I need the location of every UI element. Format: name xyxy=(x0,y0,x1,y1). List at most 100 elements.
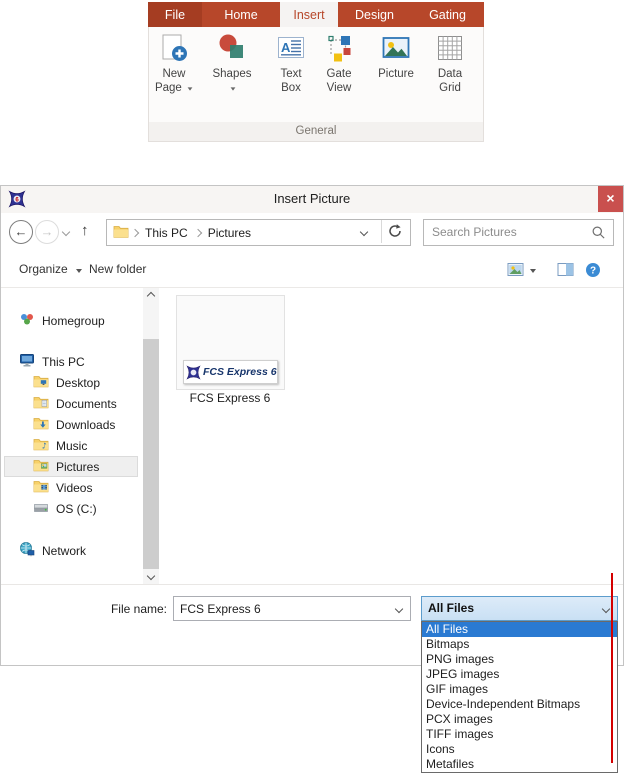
file-type-value: All Files xyxy=(428,601,474,615)
search-placeholder: Search Pictures xyxy=(432,225,517,239)
address-folder-icon xyxy=(113,224,129,241)
text-box-label-1: Text xyxy=(280,68,301,80)
new-page-icon xyxy=(149,33,199,67)
change-view-button[interactable] xyxy=(507,262,524,280)
sidebar-item-network[interactable]: Network xyxy=(19,540,86,561)
svg-text:?: ? xyxy=(590,266,596,277)
breadcrumb-separator-icon xyxy=(193,228,201,236)
text-box-label-2: Box xyxy=(281,82,301,94)
new-page-label-2: Page xyxy=(155,82,182,94)
file-name-label: File name: xyxy=(97,602,167,616)
text-box-button[interactable]: A Text Box xyxy=(266,33,316,95)
option-gif[interactable]: GIF images xyxy=(422,682,617,697)
data-grid-label-2: Grid xyxy=(439,82,461,94)
computer-icon xyxy=(19,352,35,371)
option-bitmaps[interactable]: Bitmaps xyxy=(422,637,617,652)
option-png[interactable]: PNG images xyxy=(422,652,617,667)
data-grid-button[interactable]: Data Grid xyxy=(425,33,475,95)
option-all-files[interactable]: All Files xyxy=(422,622,617,637)
option-metafiles[interactable]: Metafiles xyxy=(422,757,617,772)
homegroup-icon xyxy=(19,311,35,330)
new-page-button[interactable]: New Page xyxy=(149,33,199,95)
breadcrumb-separator-icon xyxy=(131,228,139,236)
option-tiff[interactable]: TIFF images xyxy=(422,727,617,742)
address-divider xyxy=(381,220,382,243)
data-grid-icon xyxy=(425,33,475,67)
sidebar-scrollbar[interactable] xyxy=(143,288,159,584)
file-thumbnail: FCS Express 6 xyxy=(183,360,278,384)
preview-pane-button[interactable] xyxy=(557,262,574,280)
folder-videos-icon xyxy=(33,478,49,497)
tab-gating[interactable]: Gating xyxy=(411,2,484,27)
fcs-logo-icon xyxy=(186,365,201,380)
ribbon-tab-strip: File Home Insert Design Gating xyxy=(148,2,484,27)
forward-button[interactable]: → xyxy=(35,220,59,244)
picture-button[interactable]: Picture xyxy=(369,33,423,81)
dialog-title: Insert Picture xyxy=(1,191,623,206)
sidebar-item-desktop[interactable]: Desktop xyxy=(33,372,100,393)
search-input[interactable]: Search Pictures xyxy=(423,219,614,246)
tab-insert[interactable]: Insert xyxy=(280,2,338,27)
red-annotation-line xyxy=(611,573,613,763)
sidebar-item-os-c[interactable]: OS (C:) xyxy=(33,498,97,519)
sidebar-item-homegroup[interactable]: Homegroup xyxy=(19,310,105,331)
thumbnail-logo-text: FCS Express 6 xyxy=(203,366,277,378)
tab-design[interactable]: Design xyxy=(338,2,411,27)
scroll-up-icon[interactable] xyxy=(147,292,155,300)
gate-view-label-1: Gate xyxy=(327,68,352,80)
tab-home[interactable]: Home xyxy=(202,2,280,27)
file-name-input[interactable]: FCS Express 6 xyxy=(173,596,411,621)
picture-icon xyxy=(369,33,423,67)
file-browser-content: Homegroup This PC xyxy=(1,288,623,585)
sidebar-item-documents[interactable]: Documents xyxy=(33,393,117,414)
back-button[interactable]: ← xyxy=(9,220,33,244)
recent-locations-caret-icon[interactable] xyxy=(62,228,70,236)
gate-view-button[interactable]: Gate View xyxy=(314,33,364,95)
insert-picture-dialog: 6 Insert Picture × ← → ↑ This PC xyxy=(0,185,624,666)
breadcrumb-pictures[interactable]: Pictures xyxy=(204,226,255,240)
breadcrumb-this-pc[interactable]: This PC xyxy=(141,226,192,240)
file-name-value: FCS Express 6 xyxy=(180,602,261,616)
dropdown-caret-icon xyxy=(231,87,236,90)
group-label: General xyxy=(296,125,337,137)
svg-text:♪: ♪ xyxy=(42,442,47,451)
dialog-titlebar[interactable]: 6 Insert Picture × xyxy=(1,186,623,213)
gate-view-label-2: View xyxy=(327,82,352,94)
folder-pictures-icon xyxy=(33,457,49,476)
text-box-icon: A xyxy=(266,33,316,67)
option-dib[interactable]: Device-Independent Bitmaps xyxy=(422,697,617,712)
dialog-toolbar: Organize New folder xyxy=(1,253,623,288)
refresh-icon[interactable] xyxy=(387,223,403,242)
file-name-caret-icon[interactable] xyxy=(395,605,403,613)
sidebar-item-downloads[interactable]: Downloads xyxy=(33,414,115,435)
sidebar-item-pictures[interactable]: Pictures xyxy=(33,456,99,477)
help-icon[interactable]: ? xyxy=(585,262,601,281)
option-icons[interactable]: Icons xyxy=(422,742,617,757)
close-button[interactable]: × xyxy=(598,186,623,212)
option-pcx[interactable]: PCX images xyxy=(422,712,617,727)
scroll-down-icon[interactable] xyxy=(147,572,155,580)
drive-icon xyxy=(33,499,49,518)
shapes-button[interactable]: Shapes xyxy=(207,33,257,95)
dropdown-caret-icon xyxy=(188,87,193,90)
sidebar-item-this-pc[interactable]: This PC xyxy=(19,351,85,372)
organize-button[interactable]: Organize xyxy=(19,262,82,276)
option-jpeg[interactable]: JPEG images xyxy=(422,667,617,682)
file-type-select[interactable]: All Files xyxy=(421,596,618,621)
folder-downloads-icon xyxy=(33,415,49,434)
folder-desktop-icon xyxy=(33,373,49,392)
new-folder-button[interactable]: New folder xyxy=(89,262,146,276)
search-icon[interactable] xyxy=(591,225,606,243)
shapes-icon xyxy=(207,33,257,67)
screenshot-root: File Home Insert Design Gating New Page xyxy=(0,0,624,775)
sidebar-item-videos[interactable]: Videos xyxy=(33,477,92,498)
scrollbar-thumb[interactable] xyxy=(143,339,159,569)
file-type-caret-icon[interactable] xyxy=(602,605,610,613)
file-item-fcs-express-6[interactable]: FCS Express 6 xyxy=(176,295,285,390)
sidebar-item-music[interactable]: ♪ Music xyxy=(33,435,87,456)
new-folder-label: New folder xyxy=(89,262,146,276)
tab-file[interactable]: File xyxy=(148,2,202,27)
view-caret-icon[interactable] xyxy=(530,269,536,273)
navigation-bar: ← → ↑ This PC Pictures xyxy=(1,213,623,253)
up-button[interactable]: ↑ xyxy=(81,222,89,239)
